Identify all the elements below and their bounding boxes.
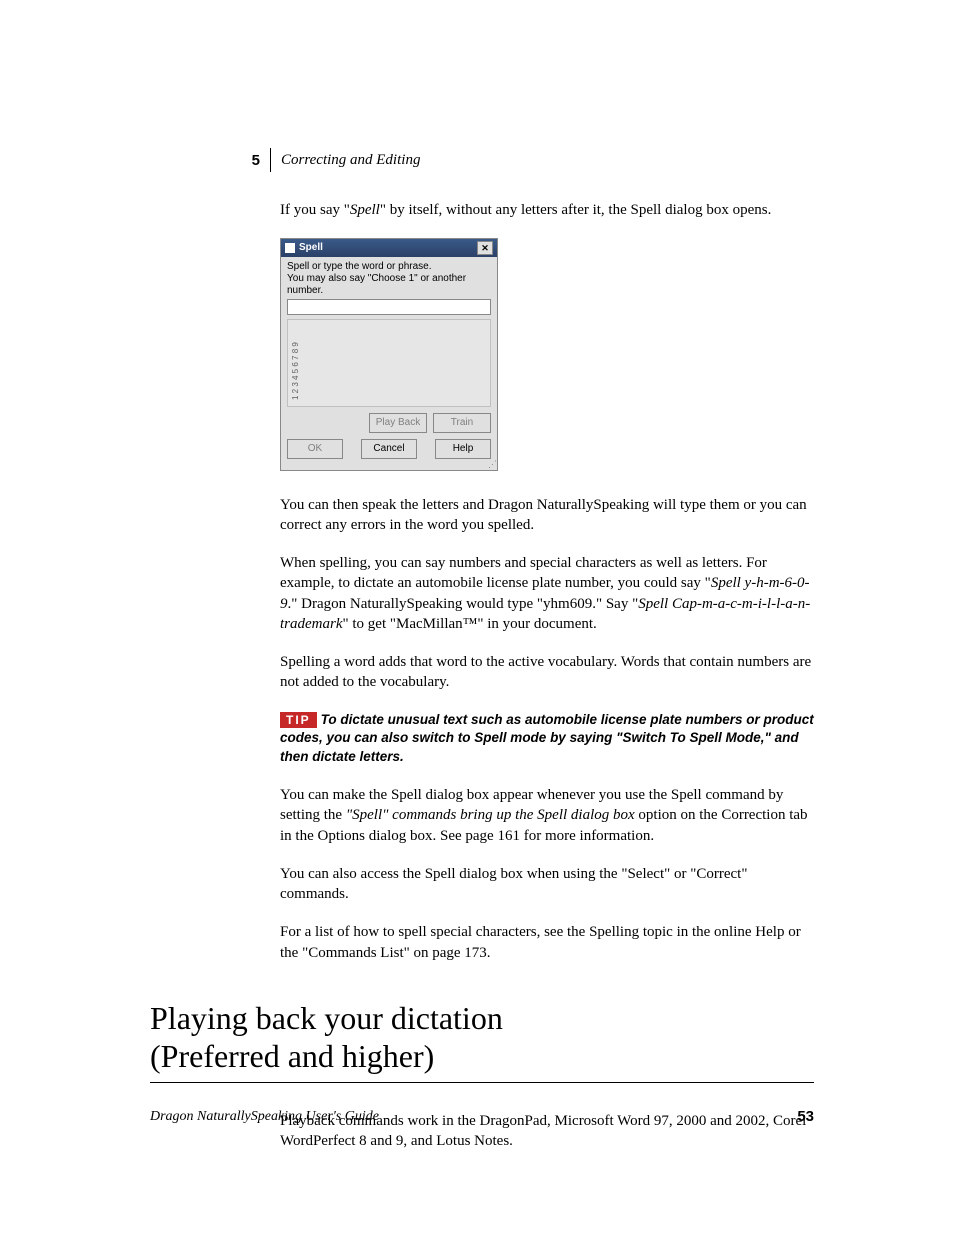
ok-button[interactable]: OK [287,439,343,459]
dialog-title: Spell [299,242,323,254]
dialog-instruction-1: Spell or type the word or phrase. [287,261,491,273]
text: ." Dragon NaturallySpeaking would type "… [288,596,639,612]
paragraph: Spelling a word adds that word to the ac… [280,652,814,693]
tip-block: TIPTo dictate unusual text such as autom… [280,711,814,768]
header-divider [270,148,271,172]
heading-rule [150,1082,814,1083]
spell-input[interactable] [287,299,491,315]
cancel-button[interactable]: Cancel [361,439,417,459]
text-italic: Spell [350,202,380,218]
page-footer: Dragon NaturallySpeaking User's Guide 53 [150,1108,814,1125]
paragraph: You can also access the Spell dialog box… [280,864,814,905]
tip-badge: TIP [280,712,317,728]
text: " by itself, without any letters after i… [380,202,771,218]
help-button[interactable]: Help [435,439,491,459]
text: If you say " [280,202,350,218]
page-header: 5 Correcting and Editing [150,148,814,172]
text: " to get "MacMillan™" in your document. [343,616,597,632]
tip-text: To dictate unusual text such as automobi… [280,712,814,765]
dialog-titlebar: Spell ✕ [281,239,497,257]
playback-button[interactable]: Play Back [369,413,427,433]
choice-numbers: 1 2 3 4 5 6 7 8 9 [292,322,301,400]
choice-list: 1 2 3 4 5 6 7 8 9 [287,319,491,407]
spell-dialog: Spell ✕ Spell or type the word or phrase… [280,238,498,470]
resize-grip-icon: ⋰ [281,461,497,469]
chapter-number: 5 [150,152,270,169]
paragraph: When spelling, you can say numbers and s… [280,553,814,634]
close-icon[interactable]: ✕ [477,241,493,255]
app-icon [285,243,295,253]
chapter-title: Correcting and Editing [281,152,420,169]
text-italic: "Spell" commands bring up the Spell dial… [346,807,635,823]
page-number: 53 [797,1108,814,1125]
train-button[interactable]: Train [433,413,491,433]
heading-line-1: Playing back your dictation [150,1000,503,1036]
paragraph: You can then speak the letters and Drago… [280,495,814,536]
text: When spelling, you can say numbers and s… [280,555,767,591]
section-heading: Playing back your dictation (Preferred a… [150,999,814,1076]
footer-guide-title: Dragon NaturallySpeaking User's Guide [150,1109,379,1125]
dialog-instruction-2: You may also say "Choose 1" or another n… [287,273,491,297]
paragraph: For a list of how to spell special chara… [280,922,814,963]
paragraph-intro: If you say "Spell" by itself, without an… [280,200,814,220]
heading-line-2: (Preferred and higher) [150,1038,434,1074]
paragraph: You can make the Spell dialog box appear… [280,785,814,846]
